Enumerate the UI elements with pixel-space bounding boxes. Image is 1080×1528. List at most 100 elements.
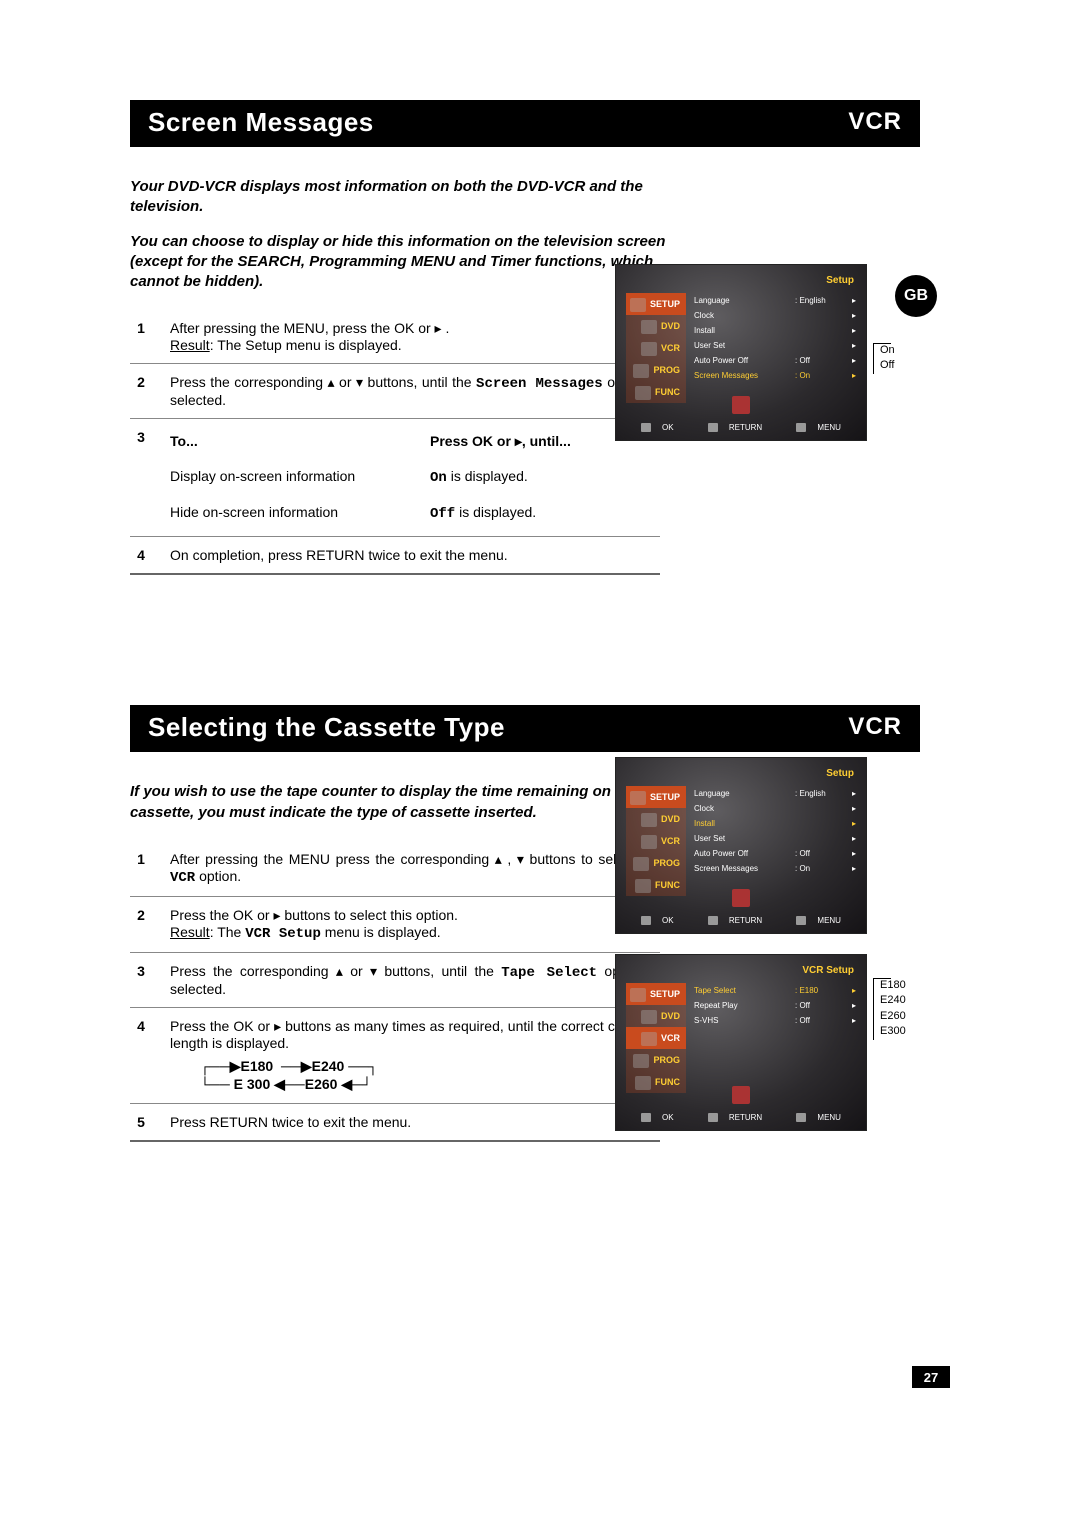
osd-tab-prog: PROG: [626, 852, 686, 874]
osd-tab-prog: PROG: [626, 359, 686, 381]
cycle-line2: └── E 300 ◀──E260 ◀─┘: [200, 1075, 660, 1093]
close-icon: [732, 396, 750, 414]
osd-tab-label: FUNC: [655, 880, 680, 890]
step-number: 2: [130, 907, 152, 942]
osd-row-value: : On: [795, 864, 840, 873]
result-label: Result: [170, 924, 210, 940]
osd-tab-label: FUNC: [655, 387, 680, 397]
osd-row-label: Language: [694, 296, 789, 305]
osd-menu-row: Install▸: [694, 816, 856, 831]
step-number: 1: [130, 320, 152, 353]
osd-row-value: : Off: [795, 356, 840, 365]
step-body: Press the OK or ▸ buttons as many times …: [170, 1018, 660, 1093]
clock-icon: [633, 364, 649, 378]
step2-mono: Screen Messages: [476, 376, 603, 392]
osd-row-label: Screen Messages: [694, 864, 789, 873]
osd-footer: OK RETURN MENU: [616, 423, 866, 432]
osd-row-label: S-VHS: [694, 1016, 789, 1025]
section1-steps: 1 After pressing the MENU, press the OK …: [130, 310, 660, 575]
osd-foot-ok: OK: [662, 916, 674, 925]
osd-row-label: Auto Power Off: [694, 849, 789, 858]
step-number: 2: [130, 374, 152, 408]
osd-tab-dvd: DVD: [626, 1005, 686, 1027]
step-number: 4: [130, 547, 152, 563]
chevron-right-icon: ▸: [846, 1016, 856, 1025]
osd-row-label: Repeat Play: [694, 1001, 789, 1010]
osd-foot-ok: OK: [662, 1113, 674, 1122]
ok-key-icon: [641, 916, 651, 925]
section1-intro2: You can choose to display or hide this i…: [130, 232, 690, 293]
chevron-right-icon: ▸: [846, 986, 856, 995]
gear-icon: [630, 298, 646, 312]
step-row: 2 Press the OK or ▸ buttons to select th…: [130, 897, 660, 953]
step-body: After pressing the MENU, press the OK or…: [170, 320, 660, 353]
osd-tab-label: SETUP: [650, 792, 680, 802]
osd-row-value: : On: [795, 371, 840, 380]
osd-menu-row: Language : English ▸: [694, 786, 856, 801]
chevron-right-icon: ▸: [846, 864, 856, 873]
osd-tab-label: PROG: [653, 858, 680, 868]
osd-row-label: Tape Select: [694, 986, 789, 995]
menu-key-icon: [796, 423, 806, 432]
s2-step2-a: Press the OK or ▸ buttons to select this…: [170, 907, 458, 923]
osd-tab-setup: SETUP: [626, 293, 686, 315]
chevron-right-icon: ▸: [846, 1001, 856, 1010]
section2-intro: If you wish to use the tape counter to d…: [130, 782, 690, 823]
osd-menu-row: Language: English▸: [694, 293, 856, 308]
tape-icon: [641, 342, 657, 356]
osd-menu: Tape Select: E180▸Repeat Play: Off▸S-VHS…: [694, 983, 856, 1028]
gb-badge: GB: [895, 275, 937, 317]
osd-menu-row: Screen Messages : On ▸: [694, 861, 856, 876]
step-row: 1 After pressing the MENU press the corr…: [130, 841, 660, 897]
step3-r1-on: On: [430, 470, 447, 486]
s2-step2-rb: menu is displayed.: [321, 924, 441, 940]
osd-footer: OK RETURN MENU: [616, 1113, 866, 1122]
osd-vcr-setup: VCR Setup SETUP DVD VCR PROG FUNC Tape S…: [615, 954, 867, 1131]
step-number: 4: [130, 1018, 152, 1093]
osd-menu-row: User Set▸: [694, 831, 856, 846]
cassette-cycle-diagram: ┌──▶E180 ──▶E240 ──┐ └── E 300 ◀──E260 ◀…: [170, 1057, 660, 1093]
osd-row-value: : English: [795, 789, 840, 798]
chevron-right-icon: ▸: [846, 789, 856, 798]
osd-row-value: : English: [795, 296, 840, 305]
osd-foot-return: RETURN: [729, 1113, 762, 1122]
osd-menu-row: S-VHS: Off▸: [694, 1013, 856, 1028]
menu-key-icon: [796, 1113, 806, 1122]
chevron-right-icon: ▸: [846, 356, 856, 365]
osd-row-value: : Off: [795, 849, 840, 858]
return-key-icon: [708, 423, 718, 432]
grid-icon: [635, 879, 651, 893]
osd-menu-row: Clock▸: [694, 801, 856, 816]
step-row: 3 To... Press OK or ▸, until... Display …: [130, 419, 660, 537]
note-e240: E240: [880, 994, 906, 1006]
osd-menu: Language: English▸Clock▸Install▸User Set…: [694, 293, 856, 383]
gear-icon: [630, 791, 646, 805]
step-body: Press the corresponding ▴ or ▾ buttons, …: [170, 374, 660, 408]
osd-foot-menu: MENU: [817, 1113, 841, 1122]
osd-foot-menu: MENU: [817, 916, 841, 925]
side-note-on-off: OnOff: [873, 343, 895, 374]
step-row: 2 Press the corresponding ▴ or ▾ buttons…: [130, 364, 660, 419]
osd-tab-setup: SETUP: [626, 786, 686, 808]
step-row: 5 Press RETURN twice to exit the menu.: [130, 1104, 660, 1142]
osd-tab-label: SETUP: [650, 299, 680, 309]
step-body: Press the OK or ▸ buttons to select this…: [170, 907, 660, 942]
disc-icon: [641, 813, 657, 827]
osd-row-label: Language: [694, 789, 789, 798]
chevron-right-icon: ▸: [846, 849, 856, 858]
section2-title: Selecting the Cassette Type: [138, 712, 505, 743]
osd-menu-row: Screen Messages: On▸: [694, 368, 856, 383]
chevron-right-icon: ▸: [846, 819, 856, 828]
osd-row-label: Clock: [694, 804, 789, 813]
osd-footer: OK RETURN MENU: [616, 916, 866, 925]
step4-text: On completion, press RETURN twice to exi…: [170, 547, 660, 563]
osd-header: Setup: [826, 768, 854, 779]
osd-foot-ok: OK: [662, 423, 674, 432]
step3-r1-txt: is displayed.: [447, 468, 528, 484]
result-label: Result: [170, 337, 210, 353]
osd-tab-vcr: VCR: [626, 830, 686, 852]
osd-tab-label: DVD: [661, 1011, 680, 1021]
osd-tab-dvd: DVD: [626, 315, 686, 337]
tape-icon: [641, 835, 657, 849]
step1-text: After pressing the MENU, press the OK or…: [170, 320, 449, 336]
